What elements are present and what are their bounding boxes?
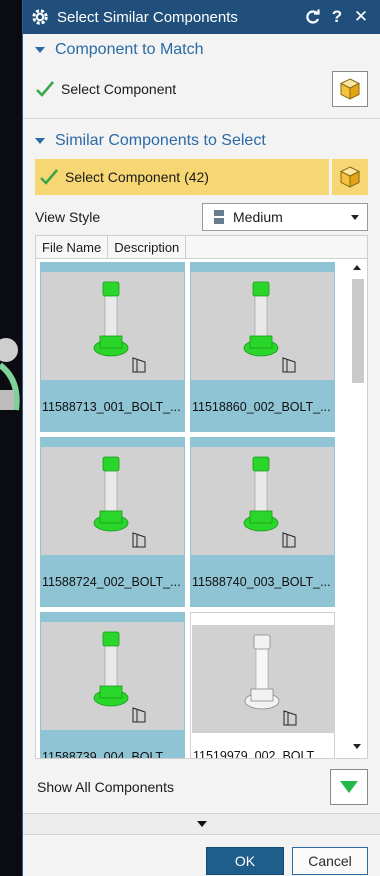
- collapse-triangle-icon: [35, 138, 45, 144]
- title-bar: Select Similar Components ? ✕: [23, 0, 380, 34]
- section-title: Similar Components to Select: [55, 132, 266, 149]
- scroll-thumb[interactable]: [352, 279, 364, 383]
- section-similar-components[interactable]: Similar Components to Select: [23, 125, 380, 157]
- show-all-button[interactable]: [330, 769, 368, 805]
- cube-icon: [339, 78, 361, 100]
- match-select-row: Select Component: [23, 66, 380, 112]
- component-file-name: 11588739_004_BOLT_...: [42, 750, 181, 759]
- view-style-row: View Style Medium: [23, 199, 380, 235]
- component-thumbnail: [192, 625, 335, 733]
- component-thumbnail: [41, 272, 184, 380]
- cancel-button[interactable]: Cancel: [292, 847, 368, 875]
- close-icon[interactable]: ✕: [350, 6, 372, 28]
- checkmark-icon: [40, 169, 58, 185]
- checkmark-icon: [36, 81, 54, 97]
- similar-select-label: Select Component (42): [65, 169, 209, 185]
- bolt-icon: [93, 281, 146, 373]
- component-tile[interactable]: 11588740_003_BOLT_...: [190, 437, 335, 607]
- cube-icon: [339, 166, 361, 188]
- component-tile[interactable]: 11518860_002_BOLT_...: [190, 262, 335, 432]
- bolt-icon: [93, 631, 146, 723]
- column-description[interactable]: Description: [108, 236, 187, 258]
- scroll-down-icon[interactable]: [353, 744, 361, 749]
- chevron-down-icon: [351, 215, 359, 220]
- component-tile[interactable]: 11588739_004_BOLT_...: [40, 612, 185, 759]
- background-component-icon: [0, 338, 20, 411]
- match-select-label: Select Component: [61, 81, 177, 97]
- component-file-name: 11588740_003_BOLT_...: [192, 575, 331, 589]
- bolt-icon: [244, 634, 297, 726]
- select-similar-components-dialog: Select Similar Components ? ✕ Component …: [22, 0, 380, 876]
- component-thumbnail: [191, 272, 334, 380]
- component-file-name: 11519979_002_BOLT_...: [193, 749, 332, 759]
- dialog-title: Select Similar Components: [57, 8, 238, 26]
- chevron-down-icon: [196, 821, 207, 827]
- component-thumbnail: [41, 447, 184, 555]
- components-gallery[interactable]: 11588713_001_BOLT_... 11518860_002_BOLT_.…: [35, 259, 368, 759]
- component-file-name: 11588713_001_BOLT_...: [42, 400, 181, 414]
- more-options-toggle[interactable]: [23, 813, 380, 835]
- component-file-name: 11588724_002_BOLT_...: [42, 575, 181, 589]
- help-icon[interactable]: ?: [326, 6, 348, 28]
- collapse-triangle-icon: [35, 47, 45, 53]
- column-header: File Name Description: [35, 235, 368, 259]
- scroll-up-icon[interactable]: [353, 265, 361, 270]
- section-title: Component to Match: [55, 41, 204, 58]
- component-tile[interactable]: 11519979_002_BOLT_...: [190, 612, 335, 759]
- component-tile[interactable]: 11588713_001_BOLT_...: [40, 262, 185, 432]
- green-down-arrow-icon: [340, 781, 358, 793]
- gear-icon[interactable]: [31, 8, 49, 26]
- component-tile[interactable]: 11588724_002_BOLT_...: [40, 437, 185, 607]
- medium-view-icon: [214, 210, 224, 224]
- reset-icon[interactable]: [302, 6, 324, 28]
- bolt-icon: [93, 456, 146, 548]
- ok-button[interactable]: OK: [206, 847, 284, 875]
- similar-select-field[interactable]: Select Component (42): [35, 159, 329, 195]
- view-style-label: View Style: [35, 209, 101, 225]
- divider: [23, 118, 380, 119]
- column-file-name[interactable]: File Name: [36, 236, 109, 258]
- show-all-row: Show All Components: [23, 761, 380, 813]
- bolt-icon: [243, 281, 296, 373]
- dialog-footer: OK Cancel: [23, 835, 380, 875]
- similar-select-row[interactable]: Select Component (42): [35, 159, 368, 195]
- component-thumbnail: [41, 622, 184, 730]
- scrollbar[interactable]: [349, 261, 365, 755]
- section-component-to-match[interactable]: Component to Match: [23, 34, 380, 66]
- view-style-dropdown[interactable]: Medium: [202, 203, 368, 231]
- select-component-button[interactable]: [332, 159, 368, 195]
- component-file-name: 11518860_002_BOLT_...: [192, 400, 331, 414]
- show-all-label: Show All Components: [37, 779, 174, 795]
- select-component-button[interactable]: [332, 71, 368, 107]
- view-style-value: Medium: [233, 209, 283, 225]
- bolt-icon: [243, 456, 296, 548]
- component-thumbnail: [191, 447, 334, 555]
